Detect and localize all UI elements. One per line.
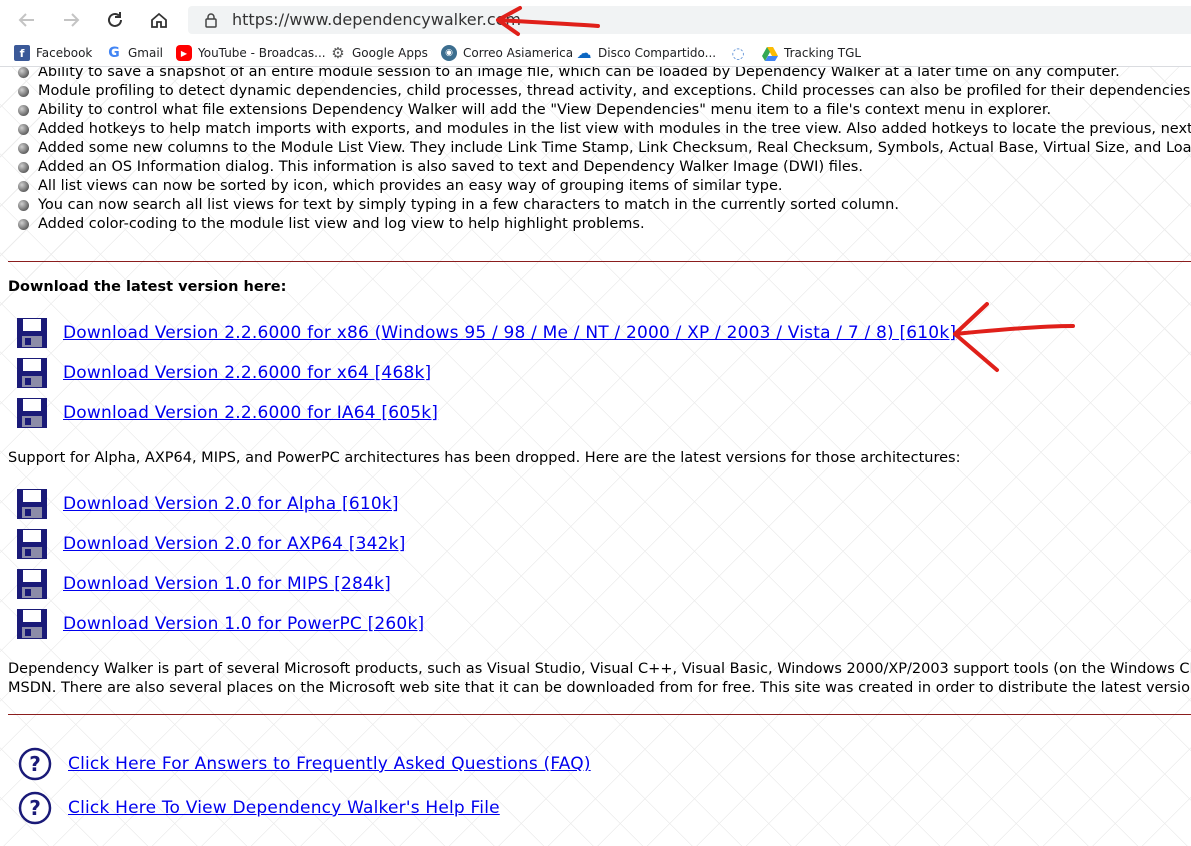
download-row-x64: Download Version 2.2.6000 for x64 [468k] <box>16 356 431 390</box>
google-icon: G <box>108 45 120 61</box>
reload-icon <box>108 12 122 27</box>
page-content: Ability to save a snapshot of an entire … <box>0 67 1191 846</box>
bookmark-tracking-tgl[interactable]: Tracking TGL <box>762 44 861 62</box>
floppy-disk-icon[interactable] <box>16 568 48 600</box>
home-icon <box>151 12 167 28</box>
download-ia64-link[interactable]: Download Version 2.2.6000 for IA64 [605k… <box>63 403 438 423</box>
floppy-disk-icon[interactable] <box>16 397 48 429</box>
divider <box>8 261 1191 262</box>
faq-row: ? Click Here For Answers to Frequently A… <box>18 746 591 782</box>
floppy-disk-icon[interactable] <box>16 317 48 349</box>
arrow-right-icon <box>64 13 80 27</box>
back-button[interactable] <box>14 7 40 33</box>
arrow-left-icon <box>18 13 34 27</box>
bookmark-gmail[interactable]: G Gmail <box>106 44 163 62</box>
divider <box>8 714 1191 715</box>
address-bar[interactable]: https://www.dependencywalker.com <box>188 6 1191 34</box>
gear-icon: ⚙ <box>331 44 345 62</box>
facebook-icon: f <box>14 45 30 61</box>
svg-text:?: ? <box>29 752 41 776</box>
faq-link[interactable]: Click Here For Answers to Frequently Ask… <box>68 754 591 774</box>
floppy-disk-icon[interactable] <box>16 528 48 560</box>
download-x64-link[interactable]: Download Version 2.2.6000 for x64 [468k] <box>63 363 431 383</box>
bookmark-youtube[interactable]: ▶ YouTube - Broadcas... <box>176 44 326 62</box>
lock-icon <box>205 13 217 28</box>
bookmark-correo-asiamerica[interactable]: ◉ Correo Asiamerica <box>441 44 573 62</box>
forward-button[interactable] <box>58 7 84 33</box>
download-row-mips: Download Version 1.0 for MIPS [284k] <box>16 567 391 601</box>
youtube-icon: ▶ <box>176 45 192 61</box>
about-text-line-2: MSDN. There are also several places on t… <box>8 680 1190 696</box>
floppy-disk-icon[interactable] <box>16 488 48 520</box>
download-row-ia64: Download Version 2.2.6000 for IA64 [605k… <box>16 396 438 430</box>
download-row-x86: Download Version 2.2.6000 for x86 (Windo… <box>16 316 956 350</box>
bookmarks-bar: f Facebook G Gmail ▶ YouTube - Broadcas.… <box>0 40 1191 67</box>
cloud-icon: ☁ <box>576 44 592 62</box>
download-powerpc-link[interactable]: Download Version 1.0 for PowerPC [260k] <box>63 614 424 634</box>
bullet-icon <box>18 67 29 78</box>
bullet-icon <box>18 86 29 97</box>
bullet-icon <box>18 181 29 192</box>
download-row-powerpc: Download Version 1.0 for PowerPC [260k] <box>16 607 424 641</box>
bullet-icon <box>18 200 29 211</box>
help-file-row: ? Click Here To View Dependency Walker's… <box>18 790 500 826</box>
bookmark-facebook[interactable]: f Facebook <box>14 44 92 62</box>
bullet-icon <box>18 105 29 116</box>
download-heading: Download the latest version here: <box>8 279 287 295</box>
download-mips-link[interactable]: Download Version 1.0 for MIPS [284k] <box>63 574 391 594</box>
question-icon[interactable]: ? <box>18 747 52 781</box>
globe-icon: ◌ <box>731 44 745 62</box>
browser-toolbar: https://www.dependencywalker.com <box>0 0 1191 40</box>
floppy-disk-icon[interactable] <box>16 357 48 389</box>
bullet-icon <box>18 162 29 173</box>
home-button[interactable] <box>146 7 172 33</box>
download-axp64-link[interactable]: Download Version 2.0 for AXP64 [342k] <box>63 534 406 554</box>
about-text-line-1: Dependency Walker is part of several Mic… <box>8 661 1191 677</box>
bookmark-disco-compartido[interactable]: ☁ Disco Compartido... <box>576 44 717 62</box>
reload-button[interactable] <box>102 7 128 33</box>
bookmark-unnamed[interactable]: ◌ <box>730 44 752 62</box>
globe-icon: ◉ <box>441 45 457 61</box>
bullet-icon <box>18 143 29 154</box>
download-alpha-link[interactable]: Download Version 2.0 for Alpha [610k] <box>63 494 399 514</box>
url-text[interactable]: https://www.dependencywalker.com <box>232 10 521 29</box>
drive-icon <box>762 47 778 61</box>
bullet-icon <box>18 219 29 230</box>
download-row-axp64: Download Version 2.0 for AXP64 [342k] <box>16 527 406 561</box>
download-row-alpha: Download Version 2.0 for Alpha [610k] <box>16 487 399 521</box>
question-icon[interactable]: ? <box>18 791 52 825</box>
svg-text:?: ? <box>29 796 41 820</box>
help-file-link[interactable]: Click Here To View Dependency Walker's H… <box>68 798 500 818</box>
floppy-disk-icon[interactable] <box>16 608 48 640</box>
download-x86-link[interactable]: Download Version 2.2.6000 for x86 (Windo… <box>63 323 956 343</box>
bookmark-google-apps[interactable]: ⚙ Google Apps <box>330 44 428 62</box>
legacy-note: Support for Alpha, AXP64, MIPS, and Powe… <box>8 450 961 466</box>
bullet-icon <box>18 124 29 135</box>
